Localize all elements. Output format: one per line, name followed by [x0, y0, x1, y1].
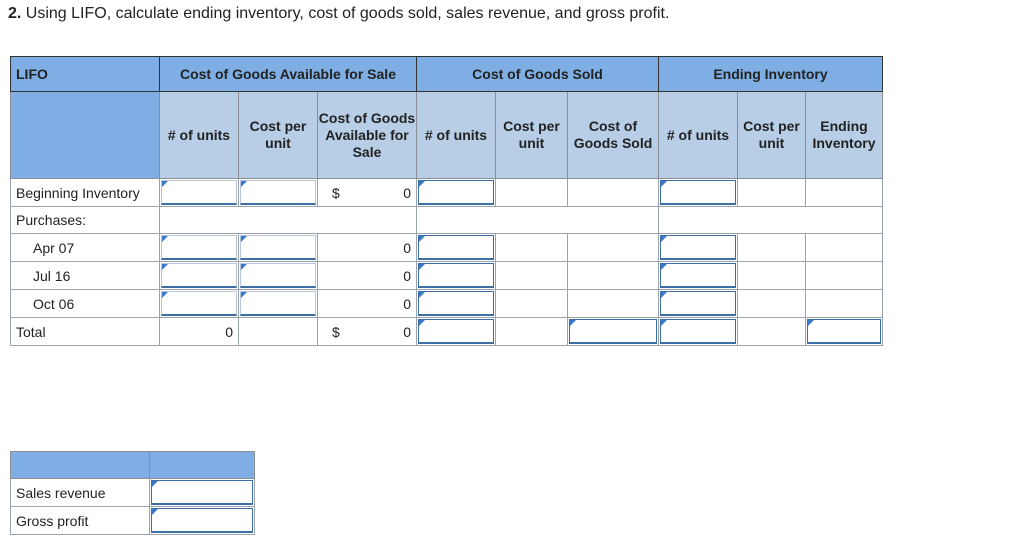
table-row: Total 0 $0: [10, 317, 883, 346]
total-sold-cogs-input[interactable]: [569, 319, 657, 344]
oct-ending-units-input[interactable]: [660, 291, 736, 316]
summary-table: Sales revenue Gross profit: [10, 451, 255, 535]
currency-sign: $: [332, 324, 340, 340]
summary-header-right: [149, 451, 255, 479]
oct-cogas-value: 0: [317, 289, 417, 318]
total-cogas-amount: 0: [403, 323, 411, 340]
beginning-cost-input[interactable]: [240, 180, 316, 205]
subheader-available-cost: Cost per unit: [238, 91, 318, 179]
group-header-ending: Ending Inventory: [658, 56, 883, 92]
currency-sign: $: [332, 185, 340, 201]
row-label-total: Total: [10, 317, 160, 346]
jul-sold-units-input[interactable]: [418, 263, 494, 288]
subheader-ending-total: Ending Inventory: [805, 91, 883, 179]
total-ending-cost-cell: [737, 317, 806, 346]
apr-ending-cost-cell: [737, 233, 806, 262]
row-label-beginning: Beginning Inventory: [10, 178, 160, 207]
group-header-sold: Cost of Goods Sold: [416, 56, 659, 92]
beginning-ending-total-cell: [805, 178, 883, 207]
jul-ending-cost-cell: [737, 261, 806, 290]
total-ending-inventory-input[interactable]: [807, 319, 881, 344]
row-label-jul: Jul 16: [10, 261, 160, 290]
oct-cost-input[interactable]: [240, 291, 316, 316]
total-units-value: 0: [159, 317, 239, 346]
subheader-ending-cost: Cost per unit: [737, 91, 806, 179]
gross-profit-input[interactable]: [151, 508, 253, 533]
subheader-blank: [10, 91, 160, 179]
oct-ending-total-cell: [805, 289, 883, 318]
table-row: Purchases:: [10, 206, 883, 234]
total-cogas-value: $0: [317, 317, 417, 346]
beginning-ending-units-input[interactable]: [660, 180, 736, 205]
row-label-purchases: Purchases:: [10, 206, 160, 234]
apr-sold-units-input[interactable]: [418, 235, 494, 260]
table-row: Jul 16 0: [10, 261, 883, 290]
subheader-ending-units: # of units: [658, 91, 738, 179]
total-ending-units-input[interactable]: [660, 319, 736, 344]
apr-ending-units-input[interactable]: [660, 235, 736, 260]
summary-header-left: [10, 451, 150, 479]
purchases-available-blank: [159, 206, 417, 234]
subheader-available-units: # of units: [159, 91, 239, 179]
row-label-gross-profit: Gross profit: [10, 506, 150, 535]
total-cost-cell: [238, 317, 318, 346]
oct-units-input[interactable]: [161, 291, 237, 316]
oct-sold-units-input[interactable]: [418, 291, 494, 316]
apr-sold-cost-cell: [495, 233, 568, 262]
corner-label: LIFO: [10, 56, 160, 92]
oct-sold-total-cell: [567, 289, 659, 318]
lifo-table: LIFO Cost of Goods Available for Sale Co…: [10, 56, 883, 346]
beginning-sold-cost-cell: [495, 178, 568, 207]
purchases-sold-blank: [416, 206, 659, 234]
question-body: Using LIFO, calculate ending inventory, …: [25, 5, 670, 22]
row-label-sales-revenue: Sales revenue: [10, 478, 150, 507]
apr-cogas-value: 0: [317, 233, 417, 262]
jul-ending-units-input[interactable]: [660, 263, 736, 288]
beginning-units-input[interactable]: [161, 180, 237, 205]
oct-sold-cost-cell: [495, 289, 568, 318]
subheader-sold-units: # of units: [416, 91, 496, 179]
jul-cost-input[interactable]: [240, 263, 316, 288]
apr-units-input[interactable]: [161, 235, 237, 260]
table-row: Sales revenue: [10, 478, 255, 507]
subheader-sold-cost: Cost per unit: [495, 91, 568, 179]
question-number: 2.: [8, 5, 22, 22]
total-sold-cost-cell: [495, 317, 568, 346]
jul-sold-total-cell: [567, 261, 659, 290]
beginning-sold-total-cell: [567, 178, 659, 207]
row-label-oct: Oct 06: [10, 289, 160, 318]
beginning-sold-units-input[interactable]: [418, 180, 494, 205]
oct-ending-cost-cell: [737, 289, 806, 318]
subheader-sold-total: Cost of Goods Sold: [567, 91, 659, 179]
table-row: Oct 06 0: [10, 289, 883, 318]
table-row: Apr 07 0: [10, 233, 883, 262]
apr-sold-total-cell: [567, 233, 659, 262]
jul-cogas-value: 0: [317, 261, 417, 290]
question-text: 2. Using LIFO, calculate ending inventor…: [8, 5, 669, 23]
beginning-cogas-amount: 0: [403, 184, 411, 201]
purchases-ending-blank: [658, 206, 883, 234]
jul-ending-total-cell: [805, 261, 883, 290]
jul-sold-cost-cell: [495, 261, 568, 290]
total-sold-units-input[interactable]: [418, 319, 494, 344]
table-row: Beginning Inventory $0: [10, 178, 883, 207]
beginning-ending-cost-cell: [737, 178, 806, 207]
table-row: Gross profit: [10, 506, 255, 535]
group-header-available: Cost of Goods Available for Sale: [159, 56, 417, 92]
apr-ending-total-cell: [805, 233, 883, 262]
beginning-cogas-value: $0: [317, 178, 417, 207]
subheader-available-total: Cost of Goods Available for Sale: [317, 91, 417, 179]
jul-units-input[interactable]: [161, 263, 237, 288]
row-label-apr: Apr 07: [10, 233, 160, 262]
sales-revenue-input[interactable]: [151, 480, 253, 505]
apr-cost-input[interactable]: [240, 235, 316, 260]
